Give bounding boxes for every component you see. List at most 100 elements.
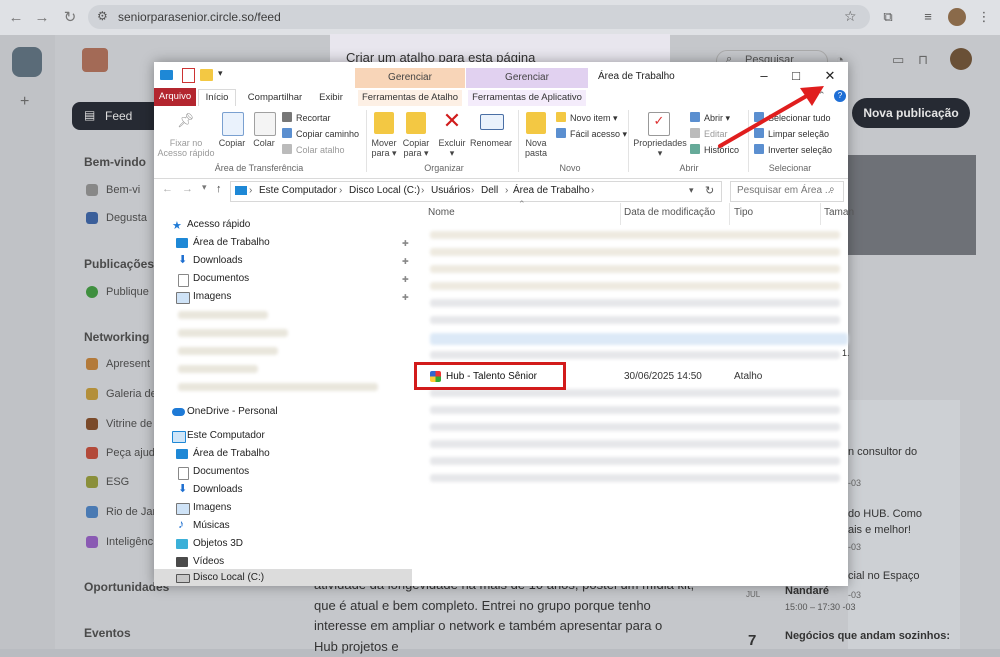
chat-icon[interactable]: ▭ (892, 52, 904, 68)
pin-quick-access-button[interactable]: Fixar no Acesso rápido (156, 138, 216, 158)
nav-item[interactable]: Peça ajud (106, 447, 155, 459)
tab-compartilhar[interactable]: Compartilhar (246, 90, 304, 106)
blurred-file-row[interactable] (430, 231, 840, 239)
nav-feed[interactable]: ▤ Feed (72, 102, 162, 130)
blurred-file-row[interactable] (430, 265, 840, 273)
bookmark-icon[interactable]: ⊓ (918, 52, 928, 68)
blurred-folder[interactable] (178, 329, 288, 337)
blurred-file-row[interactable] (430, 457, 840, 465)
nav-quick-access[interactable]: Acesso rápido (187, 219, 250, 230)
nav-pictures[interactable]: Imagens (193, 291, 231, 302)
nav-item[interactable]: Degusta (106, 212, 147, 224)
cut-button[interactable]: Recortar (282, 112, 331, 123)
crumb-disco-local[interactable]: Disco Local (C:) (349, 185, 420, 196)
new-folder-button[interactable]: Nova pasta (518, 138, 554, 158)
nav-pc-music[interactable]: Músicas (193, 520, 230, 531)
back-icon[interactable]: ← (6, 8, 26, 28)
blurred-file-row[interactable] (430, 316, 840, 324)
new-item-button[interactable]: Novo item ▾ (556, 112, 618, 124)
nav-item[interactable]: Apresent (106, 358, 150, 370)
crumb-este-computador[interactable]: Este Computador (259, 185, 337, 196)
event-title[interactable]: Negócios que andam sozinhos: (785, 630, 950, 642)
blurred-file-row[interactable] (430, 423, 840, 431)
blurred-file-row[interactable] (430, 333, 848, 345)
delete-button[interactable]: Excluir ▾ (436, 138, 468, 158)
tab-arquivo[interactable]: Arquivo (154, 88, 196, 106)
blurred-file-row[interactable] (430, 248, 840, 256)
rename-button[interactable]: Renomear (468, 138, 514, 148)
blurred-folder[interactable] (178, 347, 278, 355)
move-to-button[interactable]: Mover para ▾ (366, 138, 402, 158)
site-info-icon[interactable]: ⚙ (97, 9, 108, 23)
nav-item[interactable]: ESG (106, 476, 129, 488)
profile-avatar[interactable] (948, 8, 966, 26)
extensions-icon[interactable]: ⧉ (880, 9, 896, 25)
paste-shortcut-button[interactable]: Colar atalho (282, 144, 345, 155)
community-logo[interactable] (12, 47, 42, 77)
nav-item[interactable]: Inteligênc (106, 536, 153, 548)
reload-icon[interactable]: ↻ (60, 8, 80, 28)
crumb-dell[interactable]: Dell (481, 185, 498, 196)
tab-ferramentas-atalho[interactable]: Ferramentas de Atalho (358, 90, 462, 106)
paste-button[interactable]: Colar (250, 138, 278, 148)
media-icon[interactable]: ≡ (920, 9, 936, 25)
blurred-file-row[interactable] (430, 389, 840, 397)
new-post-button[interactable]: Nova publicação (852, 98, 970, 128)
site-logo[interactable] (82, 48, 108, 72)
blurred-folder[interactable] (178, 311, 268, 319)
nav-item[interactable]: Bem-vi (106, 184, 140, 196)
blurred-file-row[interactable] (430, 474, 840, 482)
properties-button[interactable]: Propriedades ▾ (632, 138, 688, 158)
nav-desktop[interactable]: Área de Trabalho (193, 237, 270, 248)
nav-pc-documents[interactable]: Documentos (193, 466, 249, 477)
address-dropdown-icon[interactable]: ▾ (689, 185, 694, 196)
bookmark-star-icon[interactable]: ☆ (844, 8, 857, 25)
blurred-file-row[interactable] (430, 299, 840, 307)
nav-pc-downloads[interactable]: Downloads (193, 484, 242, 495)
up-icon[interactable]: ↑ (216, 183, 222, 195)
blurred-file-row[interactable] (430, 351, 840, 359)
menu-icon[interactable]: ⋮ (976, 9, 992, 25)
forward-icon[interactable]: → (182, 183, 193, 195)
easy-access-button[interactable]: Fácil acesso ▾ (556, 128, 627, 140)
column-date[interactable]: Data de modificação (624, 207, 715, 218)
properties-qat-icon[interactable] (182, 68, 195, 83)
crumb-area-de-trabalho[interactable]: Área de Trabalho (513, 185, 590, 196)
nav-pc-3d-objects[interactable]: Objetos 3D (193, 538, 243, 549)
address-breadcrumb[interactable]: › Este Computador › Disco Local (C:) › U… (230, 181, 722, 202)
column-size[interactable]: Taman (824, 207, 854, 218)
column-name[interactable]: Nome (428, 207, 455, 218)
nav-item[interactable]: Galeria de (106, 388, 157, 400)
blurred-file-row[interactable] (430, 282, 840, 290)
forward-icon[interactable]: → (32, 8, 52, 28)
nav-downloads[interactable]: Downloads (193, 255, 242, 266)
blurred-file-row[interactable] (430, 406, 840, 414)
tab-ferramentas-aplicativo[interactable]: Ferramentas de Aplicativo (468, 90, 586, 106)
address-bar[interactable]: ⚙ seniorparasenior.circle.so/feed ☆ (88, 5, 870, 29)
nav-documents[interactable]: Documentos (193, 273, 249, 284)
event-title[interactable]: Nandaré (785, 585, 829, 597)
nav-onedrive[interactable]: OneDrive - Personal (187, 406, 278, 417)
blurred-folder[interactable] (178, 365, 258, 373)
folder-search-input[interactable]: Pesquisar em Área ... ⌕ (730, 181, 844, 202)
copy-to-button[interactable]: Copiar para ▾ (398, 138, 434, 158)
folder-qat-icon[interactable] (200, 69, 213, 81)
nav-pc-local-disk[interactable]: Disco Local (C:) (193, 572, 264, 583)
nav-pc-desktop[interactable]: Área de Trabalho (193, 448, 270, 459)
recent-dropdown-icon[interactable]: ▾ (202, 182, 207, 193)
nav-pc-pictures[interactable]: Imagens (193, 502, 231, 513)
nav-pc-videos[interactable]: Vídeos (193, 556, 224, 567)
nav-item[interactable]: Vitrine de (106, 418, 152, 430)
crumb-usuarios[interactable]: Usuários (431, 185, 470, 196)
nav-this-pc[interactable]: Este Computador (187, 430, 265, 441)
tab-exibir[interactable]: Exibir (314, 90, 348, 106)
tab-inicio[interactable]: Início (198, 89, 236, 107)
copy-path-button[interactable]: Copiar caminho (282, 128, 359, 139)
user-avatar[interactable] (950, 48, 972, 70)
refresh-icon[interactable]: ↻ (705, 184, 714, 197)
blurred-file-row[interactable] (430, 440, 840, 448)
qat-dropdown-icon[interactable]: ▾ (218, 68, 223, 79)
nav-item[interactable]: Rio de Jan (106, 506, 159, 518)
add-community-icon[interactable]: + (20, 93, 29, 111)
column-type[interactable]: Tipo (734, 207, 753, 218)
